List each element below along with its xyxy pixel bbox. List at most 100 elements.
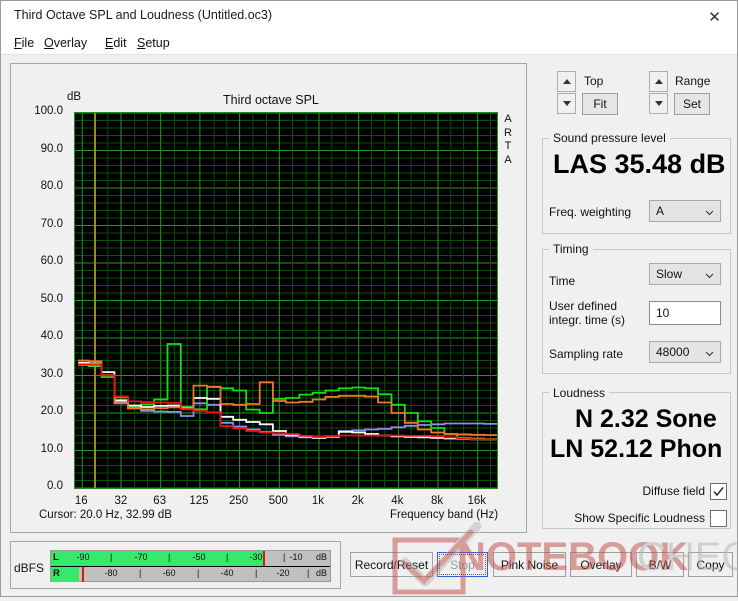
y-tick-40.0: 40.0 [17, 330, 63, 342]
arta-letter-a2: A [501, 154, 515, 168]
spl-plot-area[interactable] [74, 112, 498, 489]
chevron-up-icon [655, 79, 663, 84]
meter-tick-mark-1: | [110, 552, 112, 562]
integration-time-input[interactable]: 10 [649, 301, 721, 325]
meter-tick-bot-3: -20 [273, 568, 293, 578]
meter-tick-top-0: -90 [73, 552, 93, 562]
freq-weighting-select[interactable]: A [649, 200, 721, 222]
x-tick-16: 16 [61, 495, 101, 507]
x-tick-4k: 4k [377, 495, 417, 507]
meter-unit-bottom: dB [316, 568, 327, 578]
integration-time-label-line1: User defined [549, 299, 617, 313]
level-meter-left-row: L -90 | -70 | -50 | -30 | -10 dB [51, 551, 330, 566]
meter-tick-mark-2: | [168, 552, 170, 562]
top-spinner[interactable] [557, 71, 576, 115]
chart-title: Third octave SPL [223, 93, 319, 107]
arta-third-octave-window: Third Octave SPL and Loudness (Untitled.… [0, 0, 738, 597]
meter-tick-mark-b1: | [139, 568, 141, 578]
y-tick-80.0: 80.0 [17, 180, 63, 192]
top-label: Top [584, 74, 603, 88]
level-meter-right-channel: R [53, 568, 60, 579]
stop-button[interactable]: Stop [437, 552, 488, 577]
spl-group-title: Sound pressure level [549, 131, 670, 145]
focus-outline [439, 554, 486, 575]
menu-item-overlay[interactable]: Overlay [40, 35, 91, 51]
fit-button[interactable]: Fit [582, 93, 618, 115]
x-tick-2k: 2k [338, 495, 378, 507]
arta-letter-a1: A [501, 113, 515, 127]
meter-tick-bot-1: -60 [159, 568, 179, 578]
meter-unit-top: dB [316, 552, 327, 562]
range-spinner[interactable] [649, 71, 668, 115]
y-tick-0.0: 0.0 [17, 480, 63, 492]
cursor-readout: Cursor: 20.0 Hz, 32.99 dB [39, 509, 172, 521]
chevron-up-icon [563, 79, 571, 84]
range-spinner-up[interactable] [649, 71, 668, 92]
y-tick-10.0: 10.0 [17, 443, 63, 455]
integration-time-value: 10 [656, 306, 669, 320]
copy-button[interactable]: Copy [688, 552, 733, 577]
chevron-down-icon [705, 269, 714, 278]
sampling-rate-value: 48000 [656, 345, 689, 359]
spl-plot-svg [75, 113, 497, 488]
close-icon[interactable]: ✕ [692, 1, 737, 32]
y-axis-unit-label: dB [67, 91, 81, 103]
meter-tick-bot-2: -40 [217, 568, 237, 578]
x-tick-63: 63 [140, 495, 180, 507]
integration-time-label: User defined integr. time (s) [549, 299, 647, 327]
check-icon [712, 485, 725, 498]
loudness-group-title: Loudness [549, 386, 609, 400]
freq-weighting-label: Freq. weighting [549, 205, 631, 219]
top-spinner-down[interactable] [557, 93, 576, 114]
bw-button[interactable]: B/W [636, 552, 684, 577]
meter-tick-top-1: -70 [131, 552, 151, 562]
show-specific-loudness-checkbox[interactable] [710, 510, 727, 527]
meter-tick-mark-4: | [283, 552, 285, 562]
show-specific-loudness-label: Show Specific Loudness [537, 511, 705, 525]
time-select[interactable]: Slow [649, 263, 721, 285]
menu-item-edit[interactable]: Edit [101, 35, 131, 51]
chevron-down-icon [563, 101, 571, 106]
loudness-phon-value: LN 52.12 Phon [550, 435, 722, 464]
menu-item-setup[interactable]: Setup [133, 35, 174, 51]
range-label: Range [675, 74, 710, 88]
y-tick-100.0: 100.0 [17, 105, 63, 117]
menu-item-file[interactable]: File [10, 35, 38, 51]
meter-tick-bot-0: -80 [101, 568, 121, 578]
pink-noise-button[interactable]: Pink Noise [493, 552, 566, 577]
level-meter-right-row: R -80 | -60 | -40 | -20 | dB [51, 566, 330, 582]
record-reset-button[interactable]: Record/Reset [350, 552, 433, 577]
diffuse-field-checkbox[interactable] [710, 483, 727, 500]
dbfs-label: dBFS [14, 561, 44, 575]
top-spinner-up[interactable] [557, 71, 576, 92]
meter-tick-mark-b2: | [197, 568, 199, 578]
x-tick-32: 32 [101, 495, 141, 507]
y-tick-20.0: 20.0 [17, 405, 63, 417]
x-tick-1k: 1k [298, 495, 338, 507]
title-bar: Third Octave SPL and Loudness (Untitled.… [1, 1, 737, 32]
time-value: Slow [656, 267, 682, 281]
meter-tick-mark-b3: | [255, 568, 257, 578]
menu-bar: File Overlay Edit Setup [1, 32, 737, 54]
y-tick-90.0: 90.0 [17, 143, 63, 155]
time-label: Time [549, 274, 575, 288]
x-tick-16k: 16k [457, 495, 497, 507]
x-axis-label: Frequency band (Hz) [390, 509, 498, 521]
loudness-sone-value: N 2.32 Sone [575, 405, 717, 434]
window-title: Third Octave SPL and Loudness (Untitled.… [14, 8, 272, 22]
arta-letter-r: R [501, 127, 515, 141]
spl-value: LAS 35.48 dB [553, 149, 726, 180]
meter-tick-mark-3: | [226, 552, 228, 562]
overlay-button[interactable]: Overlay [570, 552, 632, 577]
x-tick-250: 250 [219, 495, 259, 507]
x-tick-500: 500 [258, 495, 298, 507]
integration-time-label-line2: integr. time (s) [549, 313, 625, 327]
chevron-down-icon [705, 347, 714, 356]
y-tick-70.0: 70.0 [17, 218, 63, 230]
set-button[interactable]: Set [674, 93, 710, 115]
y-tick-50.0: 50.0 [17, 293, 63, 305]
sampling-rate-select[interactable]: 48000 [649, 341, 721, 363]
range-spinner-down[interactable] [649, 93, 668, 114]
y-tick-30.0: 30.0 [17, 368, 63, 380]
meter-tick-top-4: -10 [286, 552, 306, 562]
